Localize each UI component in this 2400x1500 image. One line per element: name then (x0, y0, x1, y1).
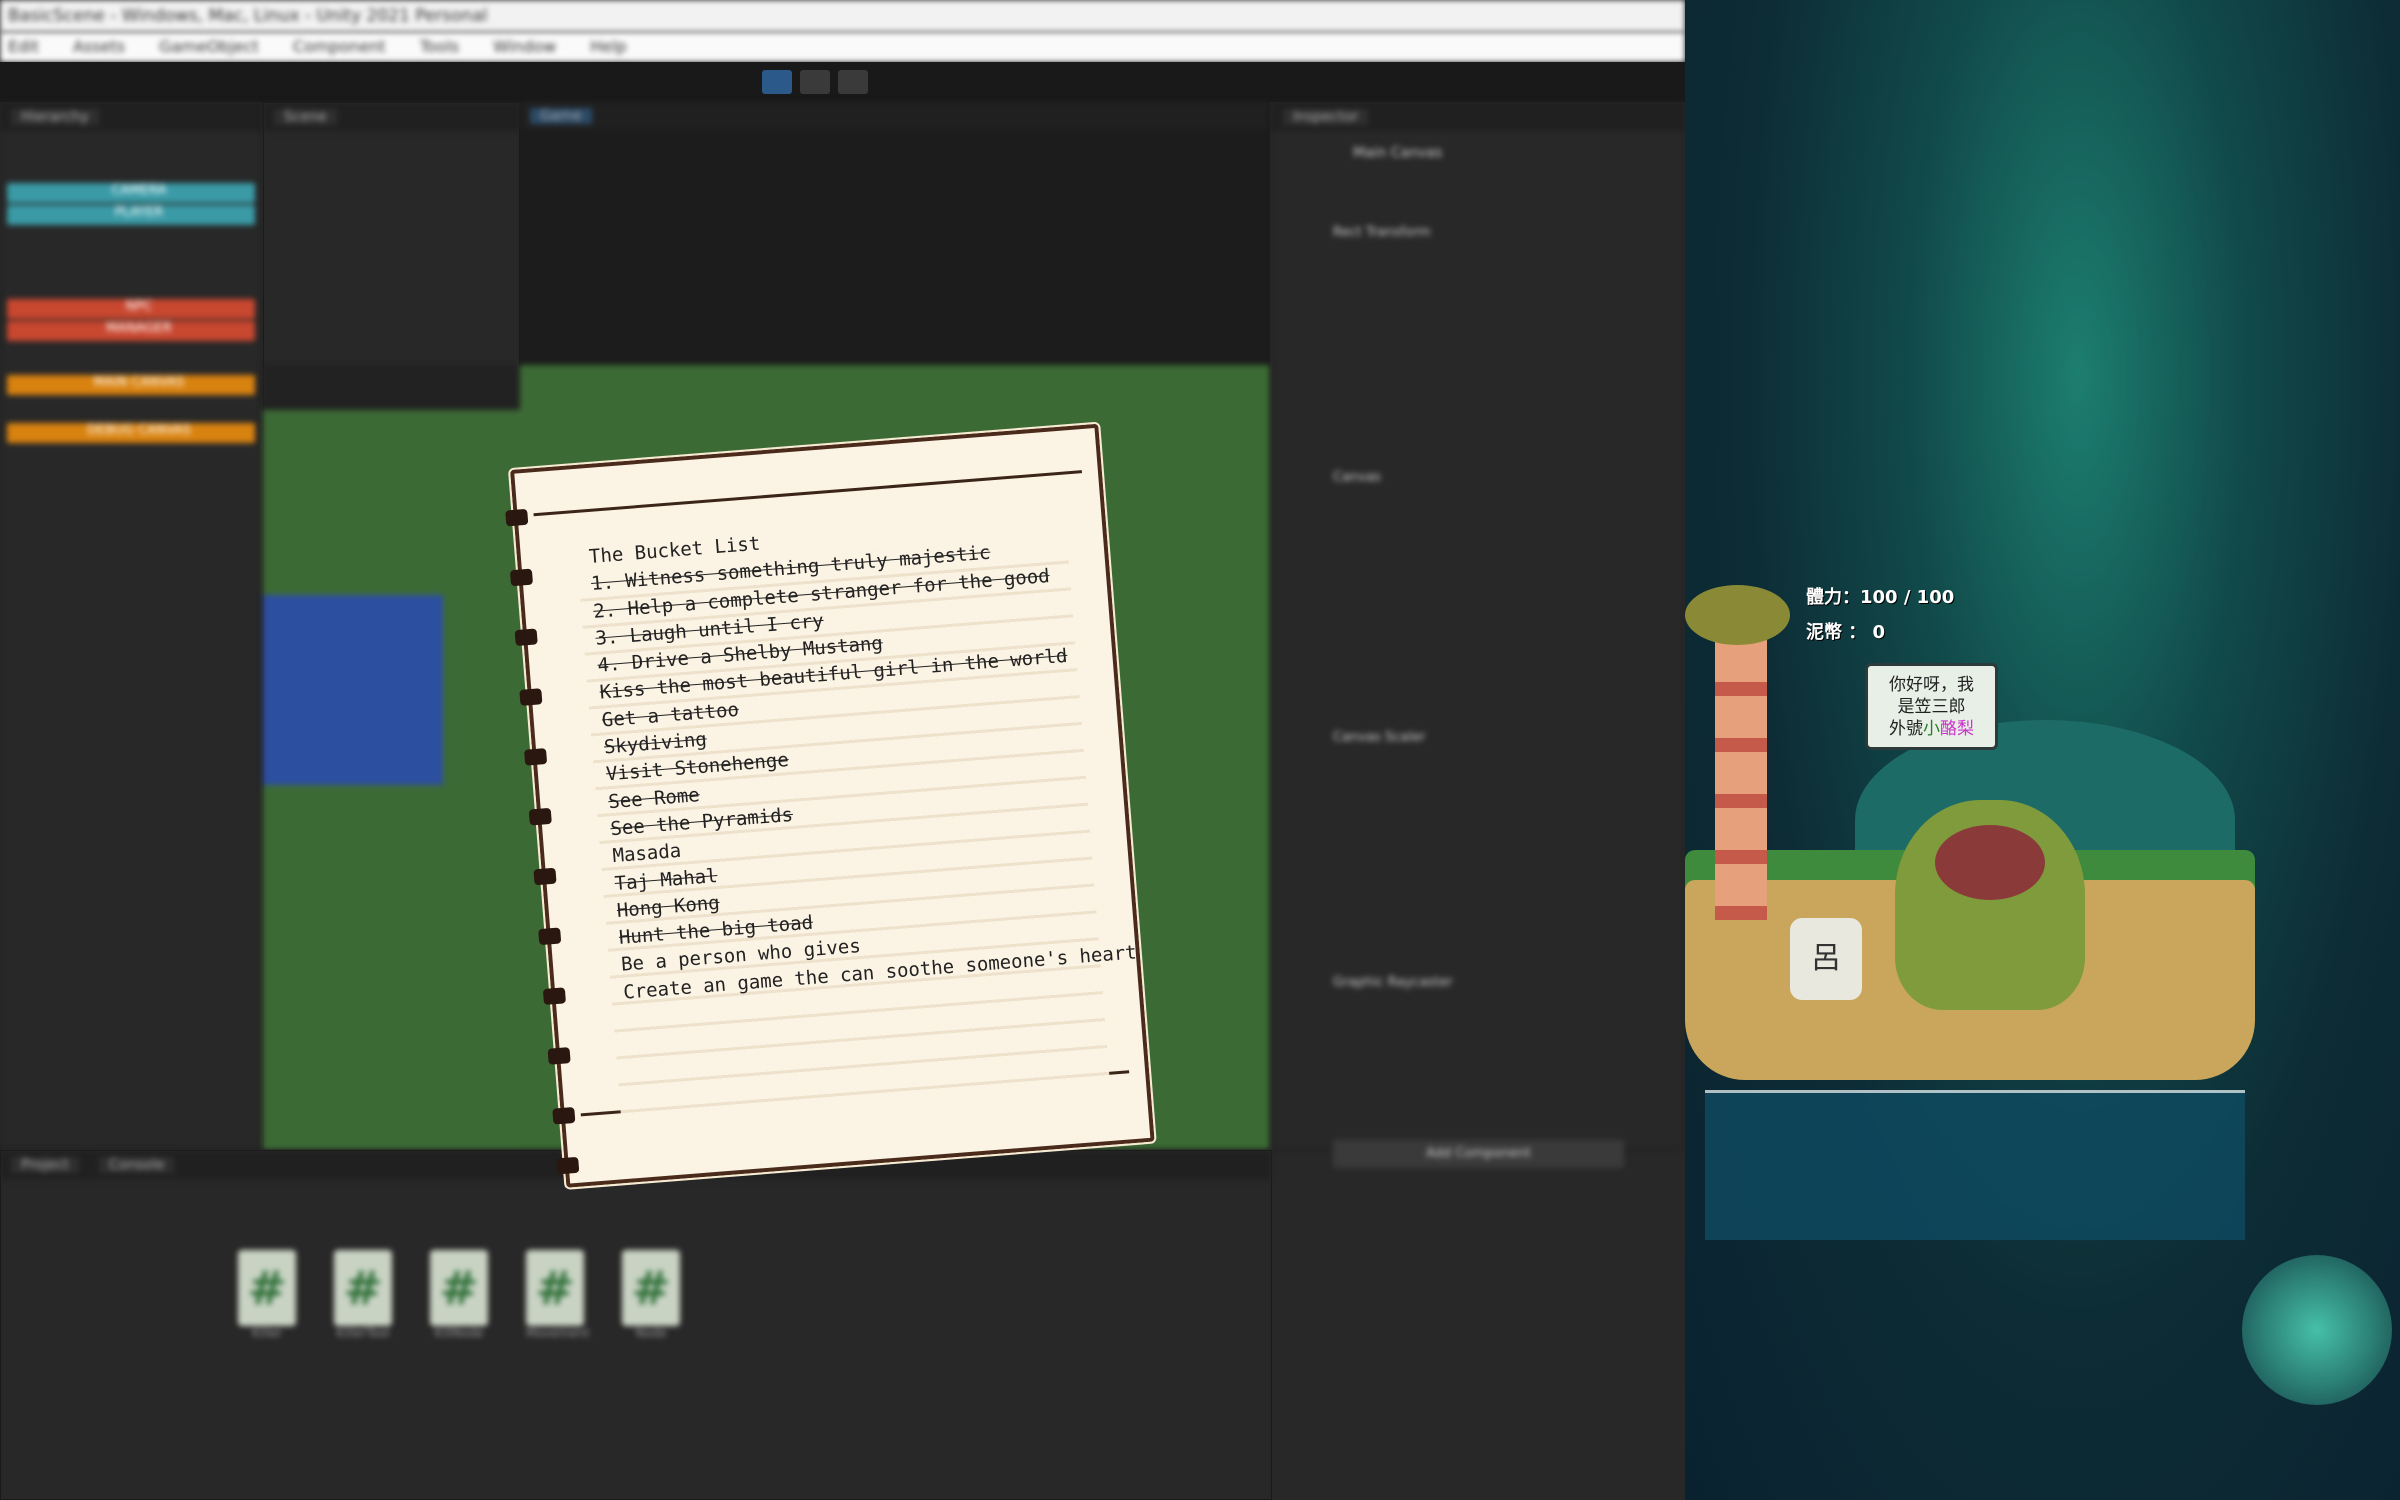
binder-ring (533, 868, 556, 886)
asset-name: KillerTool (336, 1326, 390, 1340)
binder-ring (529, 808, 552, 826)
csharp-script-icon: # (430, 1250, 488, 1326)
binder-ring (510, 569, 533, 587)
binder-ring (548, 1047, 571, 1065)
scene-gap (263, 365, 520, 410)
menu-totem[interactable] (1715, 640, 1767, 920)
step-button[interactable] (838, 70, 868, 94)
tab-project[interactable]: Project (11, 1157, 79, 1173)
pond (263, 595, 443, 785)
inspector-section[interactable]: Canvas Scaler (1273, 485, 1684, 745)
window-title: BasicScene - Windows, Mac, Linux - Unity… (0, 0, 1685, 32)
bubble-line: 是笠三郎 (1868, 696, 1995, 718)
action-orb-button[interactable] (2242, 1255, 2392, 1405)
binder-ring (505, 509, 528, 527)
hierarchy-item[interactable]: NPC (7, 299, 255, 319)
tab-game[interactable]: Game (530, 108, 592, 124)
menu-window[interactable]: Window (493, 37, 556, 57)
hierarchy-item[interactable]: PLAYER (7, 205, 255, 225)
inspector-section[interactable]: Rect Transform (1273, 175, 1684, 240)
asset-grid: #Killer #KillerTool #KillNode #Movement … (238, 1250, 680, 1340)
game-window: 呂 體力：100 / 100 泥幣 ： 0 你好呀，我 是笠三郎 外號小酪梨 (1685, 0, 2400, 1500)
water (1705, 1090, 2245, 1240)
bubble-line: 外號小酪梨 (1868, 718, 1995, 740)
hierarchy-item[interactable]: DEBUG CANVAS (7, 423, 255, 443)
script-asset[interactable]: #Node (622, 1250, 680, 1340)
csharp-script-icon: # (334, 1250, 392, 1326)
binder-ring (524, 748, 547, 766)
speech-bubble: 你好呀，我 是笠三郎 外號小酪梨 (1865, 663, 1998, 750)
inspector-section[interactable]: Graphic Raycaster (1273, 745, 1684, 990)
pause-button[interactable] (800, 70, 830, 94)
inspector-object-name: Main Canvas (1273, 131, 1684, 175)
csharp-script-icon: # (622, 1250, 680, 1326)
binder-ring (538, 927, 561, 945)
binder-ring (515, 628, 538, 646)
hierarchy-item[interactable]: CAMERA (7, 183, 255, 203)
binder-ring (552, 1107, 575, 1125)
asset-name: KillNode (434, 1326, 483, 1340)
tab-console[interactable]: Console (99, 1157, 175, 1173)
script-asset[interactable]: #KillerTool (334, 1250, 392, 1340)
menu-tools[interactable]: Tools (420, 37, 459, 57)
menu-assets[interactable]: Assets (73, 37, 125, 57)
hierarchy-item[interactable]: MANAGER (7, 321, 255, 341)
bucket-list: The Bucket List 1. Witness something tru… (588, 504, 1138, 1007)
jar: 呂 (1790, 918, 1862, 1000)
bubble-name: 小 (1923, 719, 1940, 739)
note-top-rule (533, 470, 1082, 516)
hp-readout: 體力：100 / 100 (1806, 583, 1954, 609)
script-asset[interactable]: #Movement (526, 1250, 584, 1340)
menu-help[interactable]: Help (590, 37, 626, 57)
bubble-line: 你好呀，我 (1868, 674, 1995, 696)
mud-coin-readout: 泥幣 ： 0 (1806, 618, 1885, 644)
toad-mouth (1935, 825, 2045, 900)
menu-component[interactable]: Component (293, 37, 386, 57)
inspector-panel: Inspector Main Canvas Rect Transform Can… (1272, 102, 1685, 1150)
tab-inspector[interactable]: Inspector (1283, 109, 1368, 125)
binder-ring (543, 987, 566, 1005)
script-asset[interactable]: #Killer (238, 1250, 296, 1340)
menu-bar: Edit Assets GameObject Component Tools W… (0, 32, 1685, 62)
binder-ring (519, 688, 542, 706)
inspector-section[interactable]: Canvas (1273, 240, 1684, 485)
bubble-name: 酪梨 (1940, 719, 1974, 739)
tab-scene[interactable]: Scene (274, 109, 337, 125)
asset-name: Killer (252, 1326, 282, 1340)
bucket-list-note: The Bucket List 1. Witness something tru… (510, 424, 1155, 1188)
asset-name: Node (635, 1326, 666, 1340)
big-toad (1895, 800, 2085, 1010)
csharp-script-icon: # (526, 1250, 584, 1326)
bubble-text: 外號 (1889, 719, 1923, 739)
play-button[interactable] (762, 70, 792, 94)
hierarchy-panel: Hierarchy CAMERA PLAYER NPC MANAGER MAIN… (0, 102, 262, 1150)
tab-hierarchy[interactable]: Hierarchy (11, 109, 99, 125)
asset-name: Movement (526, 1326, 590, 1340)
straw-hat-icon[interactable] (1685, 585, 1790, 645)
script-asset[interactable]: #KillNode (430, 1250, 488, 1340)
binder-ring (556, 1157, 579, 1175)
add-component-button[interactable]: Add Component (1333, 1140, 1624, 1168)
menu-edit[interactable]: Edit (8, 37, 39, 57)
hierarchy-item[interactable]: MAIN CANVAS (7, 375, 255, 395)
menu-gameobject[interactable]: GameObject (159, 37, 259, 57)
csharp-script-icon: # (238, 1250, 296, 1326)
